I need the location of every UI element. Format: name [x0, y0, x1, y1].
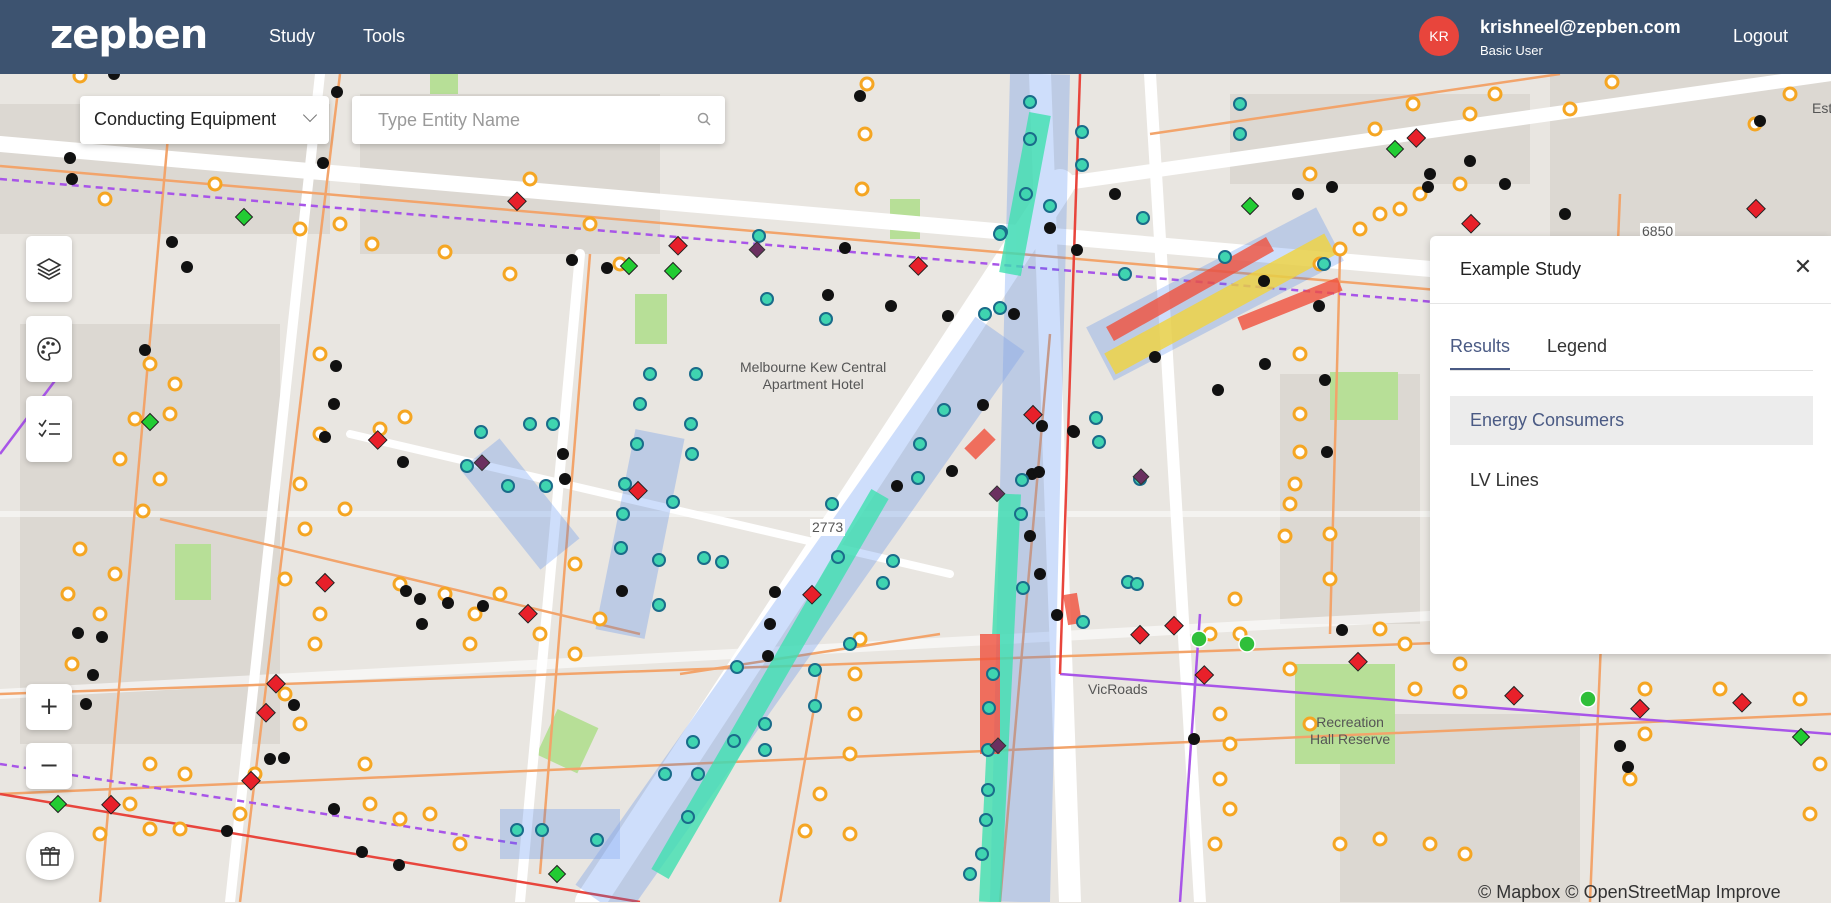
tab-legend[interactable]: Legend [1547, 336, 1607, 357]
layers-button[interactable] [26, 236, 72, 302]
palette-icon [37, 337, 61, 361]
user-role: Basic User [1480, 43, 1543, 58]
zoom-in-button[interactable]: + [26, 684, 72, 730]
map-label-hotel: Melbourne Kew Central Apartment Hotel [740, 359, 887, 392]
entity-search [352, 96, 725, 144]
study-title: Example Study [1460, 259, 1582, 279]
close-icon[interactable]: ✕ [1789, 254, 1817, 282]
search-input[interactable] [378, 108, 678, 132]
zoom-out-button[interactable]: − [26, 743, 72, 789]
nav-study[interactable]: Study [269, 26, 315, 47]
result-lv-lines[interactable]: LV Lines [1450, 456, 1813, 505]
style-button[interactable] [26, 316, 72, 382]
result-energy-consumers[interactable]: Energy Consumers [1450, 396, 1813, 445]
minus-icon: − [38, 751, 60, 779]
map-label-2773: 2773 [810, 519, 846, 536]
layers-icon [36, 258, 62, 280]
active-tab-indicator [1450, 368, 1510, 370]
checklist-button[interactable] [26, 396, 72, 462]
entity-type-value: Conducting Equipment [94, 109, 277, 129]
zepben-logo[interactable]: zepben [50, 12, 208, 58]
panel-divider [1430, 303, 1831, 304]
map-label-vicroads: VicRoads [1088, 681, 1148, 697]
top-navigation-bar: zepben Study Tools KR krishneel@zepben.c… [0, 0, 1831, 74]
plus-icon: + [38, 692, 60, 720]
user-email: krishneel@zepben.com [1480, 17, 1681, 37]
search-icon[interactable] [697, 112, 711, 126]
nav-tools[interactable]: Tools [363, 26, 405, 47]
logout-button[interactable]: Logout [1733, 26, 1788, 47]
checklist-icon [38, 419, 60, 438]
map-label-corner: Est [1812, 100, 1831, 116]
tab-results[interactable]: Results [1450, 336, 1510, 357]
study-panel: Example Study ✕ Results Legend Energy Co… [1430, 236, 1831, 654]
map-label-reserve: Recreation Hall Reserve [1310, 714, 1391, 747]
gift-button[interactable] [26, 832, 74, 880]
chevron-down-icon [302, 107, 318, 123]
tabs-divider [1450, 370, 1813, 371]
map-attribution[interactable]: © Mapbox © OpenStreetMap Improve [1478, 882, 1781, 903]
avatar[interactable]: KR [1419, 16, 1459, 56]
entity-type-select[interactable]: Conducting Equipment [80, 96, 329, 144]
gift-icon [40, 846, 60, 866]
